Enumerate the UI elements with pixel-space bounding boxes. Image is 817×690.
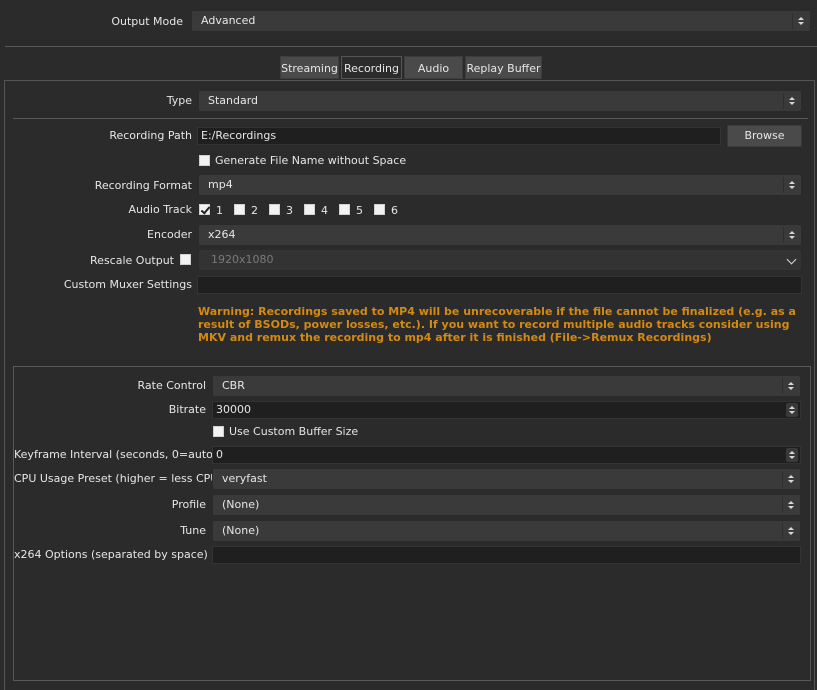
mp4-warning-text: Warning: Recordings saved to MP4 will be… xyxy=(198,305,796,344)
x264-options-input[interactable] xyxy=(212,546,801,564)
keyframe-interval-label: Keyframe Interval (seconds, 0=auto) xyxy=(14,448,218,461)
audio-track-2-label: 2 xyxy=(251,204,258,217)
rate-control-select[interactable]: CBR xyxy=(212,375,801,397)
tab-streaming[interactable]: Streaming xyxy=(280,56,339,79)
profile-value: (None) xyxy=(222,498,260,511)
updown-arrows-icon xyxy=(783,227,799,243)
cpu-preset-label: CPU Usage Preset (higher = less CPU) xyxy=(14,472,223,485)
tab-label: Recording xyxy=(343,62,400,75)
audio-track-3-checkbox[interactable] xyxy=(269,204,280,215)
keyframe-interval-value: 0 xyxy=(216,448,223,461)
recording-path-input[interactable]: E:/Recordings xyxy=(197,127,721,145)
tab-label: Replay Buffer xyxy=(466,62,541,75)
audio-track-5-label: 5 xyxy=(356,204,363,217)
updown-arrows-icon xyxy=(783,177,799,193)
updown-arrows-icon xyxy=(782,471,798,487)
audio-track-6-checkbox[interactable] xyxy=(374,204,385,215)
tab-label: Audio xyxy=(417,62,450,75)
generate-filename-label: Generate File Name without Space xyxy=(215,154,407,167)
custom-muxer-label: Custom Muxer Settings xyxy=(63,278,192,291)
audio-track-2-checkbox[interactable] xyxy=(234,204,245,215)
tune-select[interactable]: (None) xyxy=(212,520,801,542)
custom-muxer-input[interactable] xyxy=(197,276,802,294)
bitrate-spinbox[interactable]: 30000 xyxy=(212,401,801,419)
audio-track-4-checkbox[interactable] xyxy=(304,204,315,215)
recording-format-value: mp4 xyxy=(208,178,233,191)
encoder-value: x264 xyxy=(208,228,236,241)
profile-label: Profile xyxy=(171,498,206,511)
rate-control-label: Rate Control xyxy=(137,379,206,392)
bitrate-label: Bitrate xyxy=(168,403,206,416)
recording-path-label: Recording Path xyxy=(109,129,192,142)
rescale-output-checkbox[interactable] xyxy=(180,254,191,265)
recording-format-select[interactable]: mp4 xyxy=(198,174,802,196)
output-mode-value: Advanced xyxy=(201,14,256,27)
rate-control-value: CBR xyxy=(222,379,245,392)
bitrate-value: 30000 xyxy=(216,403,251,416)
audio-track-6-label: 6 xyxy=(391,204,398,217)
profile-select[interactable]: (None) xyxy=(212,494,801,516)
encoder-label: Encoder xyxy=(147,228,192,241)
tune-value: (None) xyxy=(222,524,260,537)
updown-arrows-icon xyxy=(792,13,808,29)
audio-track-3-label: 3 xyxy=(286,204,293,217)
output-mode-label: Output Mode xyxy=(111,15,183,28)
type-label: Type xyxy=(166,94,192,107)
rescale-resolution-select[interactable]: 1920x1080 xyxy=(198,249,802,271)
audio-track-label: Audio Track xyxy=(128,203,192,216)
spinner-arrows-icon[interactable] xyxy=(786,448,798,462)
updown-arrows-icon xyxy=(782,497,798,513)
spinner-arrows-icon[interactable] xyxy=(786,403,798,417)
custom-buffer-label: Use Custom Buffer Size xyxy=(229,425,359,438)
tab-replay-buffer[interactable]: Replay Buffer xyxy=(465,56,542,79)
tab-label: Streaming xyxy=(281,62,338,75)
cpu-preset-select[interactable]: veryfast xyxy=(212,468,801,490)
tab-audio[interactable]: Audio xyxy=(404,56,463,79)
audio-track-1-label: 1 xyxy=(216,204,223,217)
generate-filename-checkbox[interactable] xyxy=(199,155,210,166)
cpu-preset-value: veryfast xyxy=(222,472,267,485)
keyframe-interval-spinbox[interactable]: 0 xyxy=(212,446,801,464)
chevron-down-icon xyxy=(786,254,797,265)
rescale-resolution-value: 1920x1080 xyxy=(211,253,274,266)
updown-arrows-icon xyxy=(783,93,799,109)
type-select[interactable]: Standard xyxy=(198,90,802,112)
audio-track-4-label: 4 xyxy=(321,204,328,217)
custom-buffer-checkbox[interactable] xyxy=(213,426,224,437)
divider xyxy=(5,46,817,47)
updown-arrows-icon xyxy=(782,523,798,539)
encoder-select[interactable]: x264 xyxy=(198,224,802,246)
browse-button[interactable]: Browse xyxy=(727,125,802,147)
output-mode-select[interactable]: Advanced xyxy=(191,10,811,32)
type-value: Standard xyxy=(208,94,259,107)
audio-track-5-checkbox[interactable] xyxy=(339,204,350,215)
recording-format-label: Recording Format xyxy=(94,179,192,192)
x264-options-label: x264 Options (separated by space) xyxy=(14,548,208,561)
updown-arrows-icon xyxy=(782,378,798,394)
divider xyxy=(13,118,808,119)
tab-recording[interactable]: Recording xyxy=(341,56,402,79)
rescale-output-label: Rescale Output xyxy=(90,254,174,267)
audio-track-1-checkbox[interactable] xyxy=(199,204,210,215)
tune-label: Tune xyxy=(180,524,206,537)
